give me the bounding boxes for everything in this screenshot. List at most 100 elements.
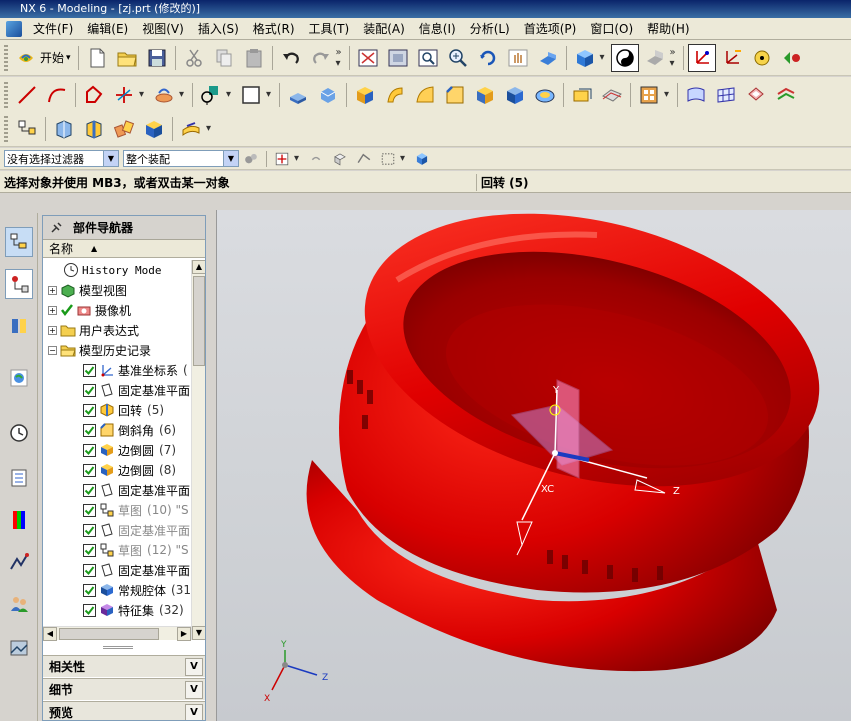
wcs-origin-button[interactable] <box>718 44 746 72</box>
expand-toggle[interactable]: + <box>48 305 57 315</box>
scroll-thumb[interactable] <box>59 628 159 640</box>
tree-item-edge-blend[interactable]: 边倒圆 (7) <box>43 440 191 460</box>
name-column-header[interactable]: 名称 ▲ <box>43 240 205 258</box>
selection-filter-button[interactable] <box>240 149 262 169</box>
details-panel[interactable]: 细节 V <box>43 678 205 700</box>
perspective-button[interactable] <box>534 44 562 72</box>
visibility-checkbox[interactable] <box>83 583 96 597</box>
chevron-down-icon[interactable]: V <box>185 704 203 720</box>
roles-tab[interactable] <box>5 589 33 619</box>
visibility-checkbox[interactable] <box>83 363 96 377</box>
menu-format[interactable]: 格式(R) <box>246 18 302 40</box>
tree-item-model-views[interactable]: + 模型视图 <box>43 280 191 300</box>
curve-tools-button[interactable] <box>150 81 178 109</box>
cut-button[interactable] <box>180 44 208 72</box>
tree-item-chamfer[interactable]: 倒斜角 (6) <box>43 420 191 440</box>
menu-information[interactable]: 信息(I) <box>412 18 463 40</box>
rotate-button[interactable] <box>474 44 502 72</box>
show-part-button[interactable] <box>411 149 433 169</box>
paste-button[interactable] <box>240 44 268 72</box>
menu-tools[interactable]: 工具(T) <box>302 18 357 40</box>
add-component-button[interactable] <box>50 115 78 143</box>
splitter-handle[interactable] <box>103 646 133 649</box>
fit-view-button[interactable] <box>354 44 382 72</box>
window-title-bar[interactable]: NX 6 - Modeling - [zj.prt (修改的)] <box>0 0 851 18</box>
tree-item-model-history[interactable]: − 模型历史记录 <box>43 340 191 360</box>
tree-item-datum-plane[interactable]: 固定基准平面 <box>43 520 191 540</box>
vertical-scrollbar[interactable]: ▲ ▼ <box>191 260 205 640</box>
menu-analysis[interactable]: 分析(L) <box>463 18 517 40</box>
offset-face-button[interactable] <box>772 81 800 109</box>
visibility-checkbox[interactable] <box>83 603 96 617</box>
arc-button[interactable] <box>43 81 71 109</box>
toolbar-grip[interactable] <box>4 44 8 71</box>
swept-button[interactable] <box>381 81 409 109</box>
menu-view[interactable]: 视图(V) <box>135 18 191 40</box>
visibility-checkbox[interactable] <box>83 523 96 537</box>
visibility-checkbox[interactable] <box>83 503 96 517</box>
tree-item-sketch[interactable]: 草图 (10) "S <box>43 500 191 520</box>
split-body-button[interactable] <box>598 81 626 109</box>
horizontal-scrollbar[interactable]: ◀ ▶ <box>43 626 191 641</box>
menu-preferences[interactable]: 首选项(P) <box>517 18 584 40</box>
expand-toggle[interactable]: + <box>48 325 57 335</box>
tree-item-sketch[interactable]: 草图 (12) "S <box>43 540 191 560</box>
menu-help[interactable]: 帮助(H) <box>640 18 696 40</box>
menu-edit[interactable]: 编辑(E) <box>80 18 135 40</box>
thicken-button[interactable] <box>742 81 770 109</box>
collapse-toggle[interactable]: − <box>48 345 57 355</box>
snap-point-button[interactable] <box>271 149 293 169</box>
history-palette-tab[interactable] <box>5 633 33 663</box>
dependencies-panel[interactable]: 相关性 V <box>43 655 205 677</box>
preview-panel[interactable]: 预览 V <box>43 701 205 720</box>
process-studio-tab[interactable] <box>5 547 33 577</box>
pan-button[interactable] <box>504 44 532 72</box>
hole-button[interactable] <box>471 81 499 109</box>
undo-button[interactable] <box>277 44 305 72</box>
zoom-window-button[interactable] <box>384 44 412 72</box>
display-toggle-button[interactable] <box>610 43 639 72</box>
revolve-button[interactable] <box>314 81 342 109</box>
type-filter-select[interactable]: 没有选择过滤器 ▼ <box>4 150 119 167</box>
pin-icon[interactable] <box>49 221 63 235</box>
visibility-checkbox[interactable] <box>83 483 96 497</box>
chevron-down-icon[interactable]: V <box>185 658 203 676</box>
menu-insert[interactable]: 插入(S) <box>191 18 246 40</box>
tree-item-user-expressions[interactable]: + 用户表达式 <box>43 320 191 340</box>
tree-item-feature-set[interactable]: 特征集 (32) <box>43 600 191 620</box>
tree-item-datum-plane[interactable]: 固定基准平面 <box>43 480 191 500</box>
tree-item-datum-csys[interactable]: 基准坐标系( <box>43 360 191 380</box>
visibility-checkbox[interactable] <box>83 563 96 577</box>
scroll-right-icon[interactable]: ▶ <box>177 627 191 641</box>
datum-point-button[interactable] <box>110 81 138 109</box>
tree-item-revolve[interactable]: 回转 (5) <box>43 400 191 420</box>
sketch-button[interactable] <box>197 81 225 109</box>
tree-item-datum-plane[interactable]: 固定基准平面 <box>43 380 191 400</box>
graphics-window[interactable]: XC Y Z Y Z X <box>216 210 851 721</box>
nx-app-icon[interactable] <box>6 20 22 37</box>
menu-window[interactable]: 窗口(O) <box>583 18 640 40</box>
body-select-button[interactable] <box>353 149 375 169</box>
tree-item-pocket[interactable]: 常规腔体 (31 <box>43 580 191 600</box>
copy-button[interactable] <box>210 44 238 72</box>
snap-view-button[interactable] <box>748 44 776 72</box>
boss-button[interactable] <box>501 81 529 109</box>
scope-filter-select[interactable]: 整个装配 ▼ <box>123 150 239 167</box>
mesh-surface-button[interactable] <box>712 81 740 109</box>
undo-select-button[interactable] <box>305 149 327 169</box>
reposition-button[interactable] <box>140 115 168 143</box>
tree-item-history-mode[interactable]: History Mode <box>43 260 191 280</box>
pocket-button[interactable] <box>531 81 559 109</box>
extrude-button[interactable] <box>284 81 312 109</box>
start-button[interactable]: 开始 ▾ <box>12 44 75 72</box>
part-navigator-tab[interactable] <box>5 269 33 299</box>
scroll-down-icon[interactable]: ▼ <box>192 626 205 640</box>
sequence-button[interactable] <box>778 44 806 72</box>
wcs-dynamics-button[interactable] <box>687 43 716 72</box>
zoom-area-button[interactable] <box>414 44 442 72</box>
chamfer-button[interactable] <box>441 81 469 109</box>
datum-plane-button[interactable] <box>237 81 265 109</box>
expand-toggle[interactable]: + <box>48 285 57 295</box>
background-button[interactable] <box>641 44 669 72</box>
chevron-down-icon[interactable]: V <box>185 681 203 699</box>
